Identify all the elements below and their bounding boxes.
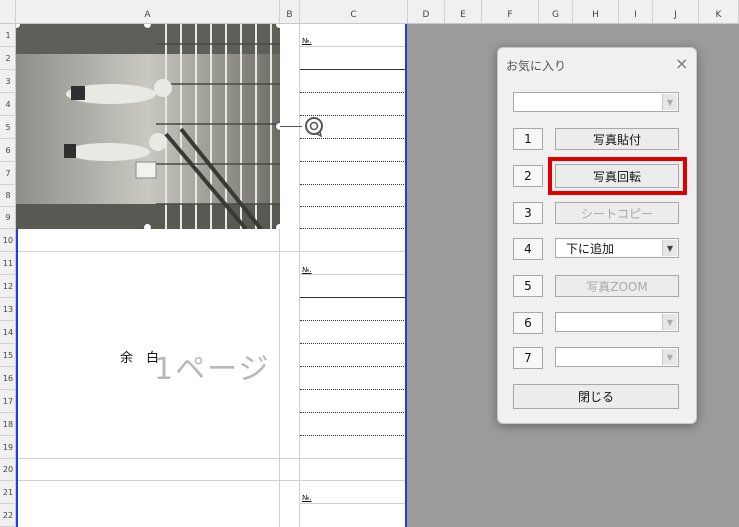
select-all-corner[interactable] xyxy=(0,0,16,24)
row-header[interactable]: 12 xyxy=(0,275,16,298)
row-header[interactable]: 10 xyxy=(0,229,16,252)
column-header-c[interactable]: C xyxy=(300,0,408,24)
column-header-f[interactable]: F xyxy=(482,0,539,24)
row-header[interactable]: 13 xyxy=(0,298,16,321)
row-header[interactable]: 2 xyxy=(0,47,16,70)
field-label: №. xyxy=(302,37,312,45)
rotation-connector xyxy=(280,126,302,127)
paste-photo-button[interactable]: 写真貼付 xyxy=(555,128,679,150)
row-line xyxy=(16,458,406,459)
column-line xyxy=(299,24,300,527)
row-header-bar: 1 2 3 4 5 6 7 8 9 10 11 12 13 14 15 16 1… xyxy=(0,24,16,527)
row-header[interactable]: 20 xyxy=(0,459,16,481)
add-below-select[interactable]: 下に追加 ▼ xyxy=(555,238,679,258)
cell-line xyxy=(300,206,406,207)
row-header[interactable]: 14 xyxy=(0,321,16,344)
field-label: №. xyxy=(302,266,312,274)
cell-line xyxy=(300,161,406,162)
row-header[interactable]: 16 xyxy=(0,367,16,390)
chevron-down-icon[interactable]: ▼ xyxy=(662,240,677,256)
row-header[interactable]: 1 xyxy=(0,24,16,47)
row-header[interactable]: 21 xyxy=(0,481,16,504)
column-header-j[interactable]: J xyxy=(653,0,699,24)
close-button[interactable]: 閉じる xyxy=(513,384,679,409)
cell-line xyxy=(300,228,406,229)
cell-line xyxy=(300,503,406,504)
photo-image xyxy=(16,24,280,229)
cell-line xyxy=(300,435,406,436)
row-number-1[interactable]: 1 xyxy=(513,128,543,150)
cell-line xyxy=(300,366,406,367)
row-number-3[interactable]: 3 xyxy=(513,202,543,224)
option-select-6[interactable]: ▼ xyxy=(555,312,679,332)
chevron-down-icon[interactable]: ▼ xyxy=(662,94,677,110)
row-header[interactable]: 11 xyxy=(0,252,16,275)
row-line xyxy=(16,251,406,252)
cell-line xyxy=(300,343,406,344)
sheet-copy-button[interactable]: シートコピー xyxy=(555,202,679,224)
chevron-down-icon[interactable]: ▼ xyxy=(662,349,677,365)
row-header[interactable]: 17 xyxy=(0,390,16,413)
favorites-dialog: お気に入り × ▼ 1 写真貼付 2 写真回転 3 シートコピー 4 下に追加 … xyxy=(497,47,697,424)
row-number-7[interactable]: 7 xyxy=(513,347,543,369)
row-number-6[interactable]: 6 xyxy=(513,312,543,334)
inserted-photo[interactable] xyxy=(16,24,280,229)
cell-line xyxy=(300,297,406,298)
row-header[interactable]: 6 xyxy=(0,139,16,162)
rotate-handle-icon[interactable] xyxy=(303,115,325,138)
add-below-select-value: 下に追加 xyxy=(566,242,615,256)
page-watermark: 1ページ xyxy=(154,352,271,387)
row-header[interactable]: 9 xyxy=(0,207,16,229)
column-header-g[interactable]: G xyxy=(539,0,573,24)
row-header[interactable]: 4 xyxy=(0,93,16,116)
page-break-right xyxy=(405,24,407,527)
option-select-7[interactable]: ▼ xyxy=(555,347,679,367)
column-header-d[interactable]: D xyxy=(408,0,445,24)
close-icon[interactable]: × xyxy=(675,54,688,73)
row-header[interactable]: 3 xyxy=(0,70,16,93)
cell-line xyxy=(300,46,406,47)
row-header[interactable]: 8 xyxy=(0,185,16,207)
column-header-i[interactable]: I xyxy=(619,0,653,24)
column-header-e[interactable]: E xyxy=(445,0,482,24)
dialog-title: お気に入り xyxy=(506,59,567,73)
row-header[interactable]: 22 xyxy=(0,504,16,527)
rotate-photo-button[interactable]: 写真回転 xyxy=(555,164,679,188)
row-line xyxy=(16,480,406,481)
column-header-bar: A B C D E F G H I J K xyxy=(0,0,739,24)
row-header[interactable]: 15 xyxy=(0,344,16,367)
column-header-h[interactable]: H xyxy=(573,0,619,24)
cell-line xyxy=(300,274,406,275)
cell-line xyxy=(300,184,406,185)
photo-zoom-button[interactable]: 写真ZOOM xyxy=(555,275,679,297)
favorite-select[interactable]: ▼ xyxy=(513,92,679,112)
row-number-2[interactable]: 2 xyxy=(513,165,543,187)
cell-line xyxy=(300,138,406,139)
row-number-5[interactable]: 5 xyxy=(513,275,543,297)
row-header[interactable]: 18 xyxy=(0,413,16,436)
cell-line xyxy=(300,69,406,70)
field-label: №. xyxy=(302,494,312,502)
cell-line xyxy=(300,389,406,390)
resize-handle[interactable] xyxy=(143,223,152,229)
row-header[interactable]: 19 xyxy=(0,436,16,459)
cell-line xyxy=(300,320,406,321)
cell-line xyxy=(300,92,406,93)
row-header[interactable]: 5 xyxy=(0,116,16,139)
cell-line xyxy=(300,412,406,413)
column-header-a[interactable]: A xyxy=(16,0,280,24)
row-number-4[interactable]: 4 xyxy=(513,238,543,260)
chevron-down-icon[interactable]: ▼ xyxy=(662,314,677,330)
column-header-k[interactable]: K xyxy=(699,0,739,24)
column-header-b[interactable]: B xyxy=(280,0,300,24)
resize-handle[interactable] xyxy=(275,223,280,229)
row-header[interactable]: 7 xyxy=(0,162,16,185)
